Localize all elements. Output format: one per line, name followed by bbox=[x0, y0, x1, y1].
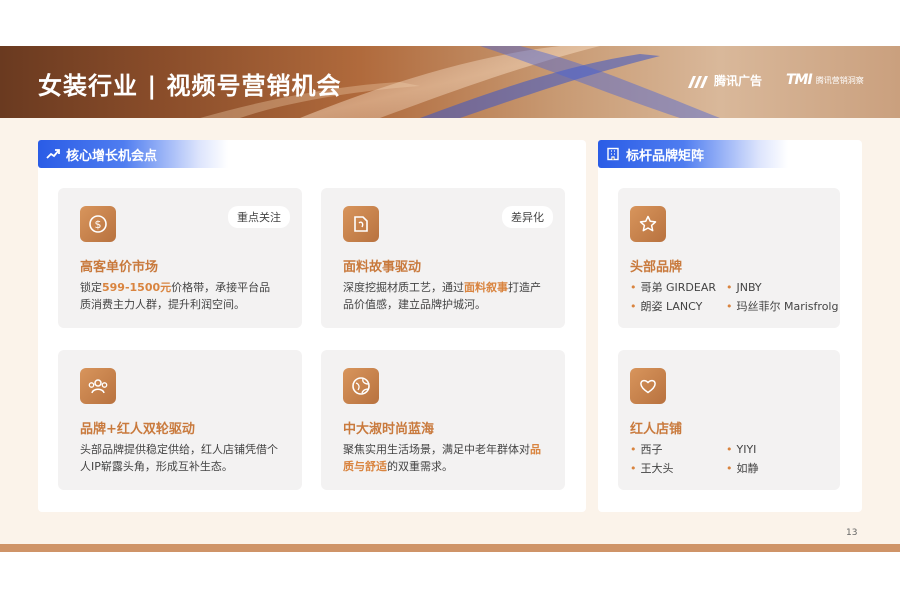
list-item: • 如静 bbox=[726, 460, 840, 477]
list-item: • YIYI bbox=[726, 441, 840, 458]
brand-card-head: 头部品牌 • 哥弟 GIRDEAR • JNBY • 朗姿 LANCY • 玛丝菲尔 M… bbox=[618, 188, 840, 328]
heart-icon bbox=[630, 368, 666, 404]
tmi-logo: TMI 腾讯营销洞察 bbox=[786, 72, 864, 88]
desc-text: 锁定 bbox=[80, 281, 102, 294]
trend-up-icon bbox=[46, 147, 60, 161]
section-title: 标杆品牌矩阵 bbox=[626, 148, 705, 164]
card-description: 锁定599-1500元价格带，承接平台品质消费主力人群，提升利润空间。 bbox=[80, 279, 280, 313]
page-number: 13 bbox=[846, 528, 858, 538]
opportunity-card-brand-influencer: 品牌+红人双轮驱动 头部品牌提供稳定供给，红人店铺凭借个人IP崭露头角，形成互补… bbox=[58, 350, 302, 490]
brand-card-influencer: 红人店铺 • 西子 • YIYI • 王大头 • 如静 bbox=[618, 350, 840, 490]
tencent-ads-text: 腾讯广告 bbox=[714, 74, 763, 88]
list-item: • 玛丝菲尔 Marisfrolg bbox=[726, 298, 840, 315]
card-title: 品牌+红人双轮驱动 bbox=[80, 422, 195, 437]
footer-bar bbox=[0, 544, 900, 552]
svg-text:$: $ bbox=[95, 218, 102, 231]
list-item: • JNBY bbox=[726, 279, 840, 296]
desc-highlight: 面料叙事 bbox=[464, 281, 508, 294]
focus-badge: 重点关注 bbox=[228, 206, 290, 228]
bullet-dot: • bbox=[726, 300, 733, 313]
fabric-icon bbox=[343, 206, 379, 242]
benchmark-brands-panel: 标杆品牌矩阵 头部品牌 • 哥弟 GIRDEAR • JNBY • 朗姿 LANCY … bbox=[598, 140, 862, 512]
brand-list: • 哥弟 GIRDEAR • JNBY • 朗姿 LANCY • 玛丝菲尔 Marisf… bbox=[630, 279, 840, 315]
bullet-dot: • bbox=[630, 443, 637, 456]
header-banner: 女装行业 | 视频号营销机会 腾讯广告 TMI 腾讯营销洞察 bbox=[0, 46, 900, 118]
bullet-dot: • bbox=[630, 462, 637, 475]
card-description: 深度挖掘材质工艺，通过面料叙事打造产品价值感，建立品牌护城河。 bbox=[343, 279, 543, 313]
tmi-mark: TMI bbox=[786, 72, 813, 88]
section-title: 核心增长机会点 bbox=[66, 148, 158, 164]
brand-name: 玛丝菲尔 Marisfrolg bbox=[736, 300, 839, 313]
store-list: • 西子 • YIYI • 王大头 • 如静 bbox=[630, 441, 840, 477]
card-title: 中大淑时尚蓝海 bbox=[343, 422, 435, 437]
card-description: 头部品牌提供稳定供给，红人店铺凭借个人IP崭露头角，形成互补生态。 bbox=[80, 443, 278, 473]
bullet-dot: • bbox=[726, 443, 733, 456]
bullet-dot: • bbox=[630, 281, 637, 294]
section-header-brands: 标杆品牌矩阵 bbox=[598, 140, 788, 168]
opportunity-card-high-price: $ 重点关注 高客单价市场 锁定599-1500元价格带，承接平台品质消费主力人… bbox=[58, 188, 302, 328]
store-name: 王大头 bbox=[640, 462, 674, 475]
tmi-text: 腾讯营销洞察 bbox=[815, 75, 864, 85]
store-name: 西子 bbox=[640, 443, 663, 456]
slide: 女装行业 | 视频号营销机会 腾讯广告 TMI 腾讯营销洞察 核心增长机会点 $… bbox=[0, 0, 900, 600]
dollar-coin-icon: $ bbox=[80, 206, 116, 242]
brand-name: 朗姿 LANCY bbox=[640, 300, 703, 313]
desc-text: 的双重需求。 bbox=[387, 460, 453, 473]
people-group-icon bbox=[80, 368, 116, 404]
content-area: 核心增长机会点 $ 重点关注 高客单价市场 锁定599-1500元价格带，承接平… bbox=[0, 118, 900, 544]
list-item: • 西子 bbox=[630, 441, 726, 458]
card-title: 面料故事驱动 bbox=[343, 260, 422, 275]
section-header-growth: 核心增长机会点 bbox=[38, 140, 228, 168]
store-name: YIYI bbox=[736, 443, 757, 456]
list-item: • 朗姿 LANCY bbox=[630, 298, 726, 315]
differentiation-badge: 差异化 bbox=[502, 206, 553, 228]
card-title: 头部品牌 bbox=[630, 260, 683, 275]
desc-highlight: 599-1500元 bbox=[102, 281, 172, 294]
card-title: 高客单价市场 bbox=[80, 260, 159, 275]
bullet-dot: • bbox=[726, 462, 733, 475]
list-item: • 哥弟 GIRDEAR bbox=[630, 279, 726, 296]
opportunity-card-fabric-story: 差异化 面料故事驱动 深度挖掘材质工艺，通过面料叙事打造产品价值感，建立品牌护城… bbox=[321, 188, 565, 328]
desc-text: 深度挖掘材质工艺，通过 bbox=[343, 281, 464, 294]
desc-text: 聚焦实用生活场景，满足中老年群体对 bbox=[343, 443, 530, 456]
bullet-dot: • bbox=[630, 300, 637, 313]
tencent-ads-logo: 腾讯广告 bbox=[688, 72, 762, 89]
growth-opportunities-panel: 核心增长机会点 $ 重点关注 高客单价市场 锁定599-1500元价格带，承接平… bbox=[38, 140, 586, 512]
card-description: 聚焦实用生活场景，满足中老年群体对品质与舒适的双重需求。 bbox=[343, 441, 543, 475]
brand-name: 哥弟 GIRDEAR bbox=[640, 281, 717, 294]
opportunity-card-mature-fashion: 中大淑时尚蓝海 聚焦实用生活场景，满足中老年群体对品质与舒适的双重需求。 bbox=[321, 350, 565, 490]
list-item: • 王大头 bbox=[630, 460, 726, 477]
globe-icon bbox=[343, 368, 379, 404]
card-title: 红人店铺 bbox=[630, 422, 683, 437]
store-name: 如静 bbox=[736, 462, 759, 475]
star-icon bbox=[630, 206, 666, 242]
page-title: 女装行业 | 视频号营销机会 bbox=[38, 72, 342, 100]
bullet-dot: • bbox=[726, 281, 733, 294]
building-icon bbox=[606, 147, 620, 161]
brand-name: JNBY bbox=[736, 281, 762, 294]
tencent-ads-mark-icon bbox=[688, 75, 708, 88]
